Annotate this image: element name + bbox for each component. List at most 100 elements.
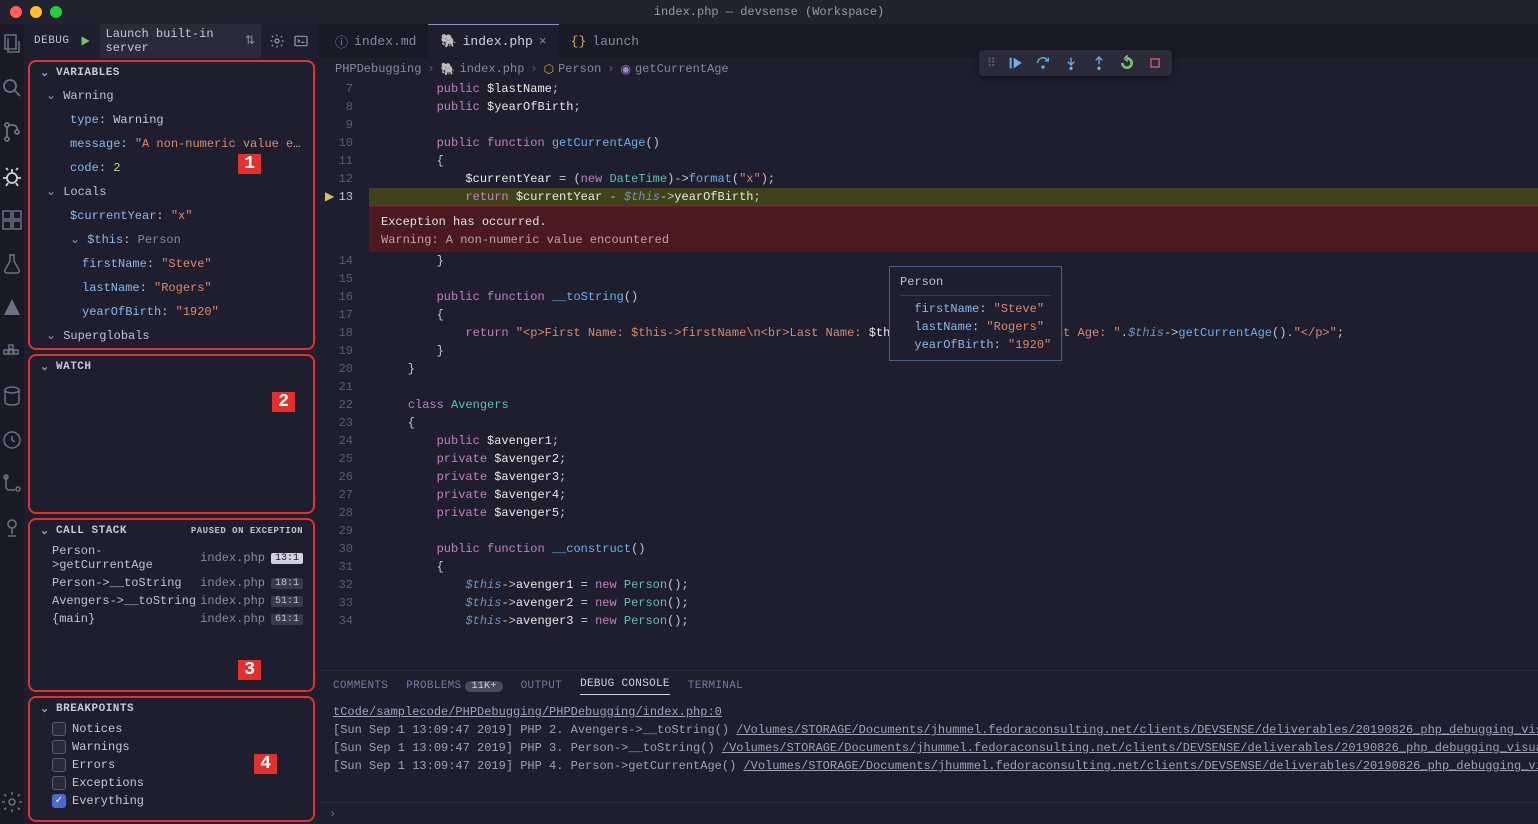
git-icon[interactable] (0, 472, 24, 496)
editor-tab[interactable]: {}launch (559, 24, 651, 58)
var-item[interactable]: ⌄ $this: Person (30, 228, 313, 252)
console-line: [Sun Sep 1 13:09:47 2019] PHP 4. Person-… (333, 757, 1538, 775)
panel-tab[interactable]: COMMENTS (333, 680, 388, 692)
code-line[interactable]: public function getCurrentAge() (369, 134, 1538, 152)
grip-icon[interactable]: ⠿ (987, 56, 996, 71)
window-minimize[interactable] (30, 6, 42, 18)
breakpoints-header[interactable]: ⌄BREAKPOINTS (30, 698, 313, 720)
step-into-button[interactable] (1062, 54, 1080, 72)
window-close[interactable] (10, 6, 22, 18)
code-line[interactable]: } (369, 360, 1538, 378)
var-group[interactable]: ⌄ Locals (30, 180, 313, 204)
callstack-frame[interactable]: Person->__toStringindex.php18:1 (30, 574, 313, 592)
code-line[interactable]: public $lastName; (369, 80, 1538, 98)
search-icon[interactable] (0, 76, 24, 100)
annotation-3: 3 (238, 660, 261, 680)
var-group[interactable]: ⌄ Superglobals (30, 324, 313, 348)
var-item[interactable]: lastName: "Rogers" (30, 276, 313, 300)
editor-tab[interactable]: 🐘index.php× (428, 24, 558, 58)
var-group[interactable]: ⌄ Warning (30, 84, 313, 108)
var-item[interactable]: $currentYear: "x" (30, 204, 313, 228)
code-line[interactable]: public function __construct() (369, 540, 1538, 558)
panel-tab[interactable]: OUTPUT (521, 680, 562, 692)
start-debug-icon[interactable] (78, 34, 92, 48)
breadcrumbs[interactable]: PHPDebugging›🐘index.php›⬡Person›◉getCurr… (319, 58, 1538, 80)
code-line[interactable]: public $yearOfBirth; (369, 98, 1538, 116)
panel-tab[interactable]: DEBUG CONSOLE (580, 678, 670, 695)
database-icon[interactable] (0, 384, 24, 408)
breadcrumb-item[interactable]: ⬡Person (544, 62, 602, 77)
window-maximize[interactable] (50, 6, 62, 18)
breakpoint-item[interactable]: Exceptions (30, 774, 313, 792)
code-line[interactable]: $this->avenger1 = new Person(); (369, 576, 1538, 594)
activity-bar (0, 24, 24, 824)
code-line[interactable]: { (369, 414, 1538, 432)
code-line[interactable]: public $avenger1; (369, 432, 1538, 450)
extensions-icon[interactable] (0, 208, 24, 232)
gear-icon[interactable] (269, 33, 285, 49)
panel-tab[interactable]: PROBLEMS11K+ (406, 680, 502, 692)
test-icon[interactable] (0, 252, 24, 276)
var-item[interactable]: message: "A non-numeric value encounte… (30, 132, 313, 156)
step-over-button[interactable] (1034, 54, 1052, 72)
debug-label: DEBUG (34, 35, 70, 47)
restart-button[interactable] (1118, 54, 1136, 72)
code-line[interactable]: $this->avenger2 = new Person(); (369, 594, 1538, 612)
source-control-icon[interactable] (0, 120, 24, 144)
callstack-frame[interactable]: {main}index.php61:1 (30, 610, 313, 628)
panel-tab[interactable]: TERMINAL (688, 680, 743, 692)
code-line[interactable] (369, 378, 1538, 396)
code-line[interactable]: private $avenger3; (369, 468, 1538, 486)
code-line[interactable] (369, 522, 1538, 540)
callstack-header[interactable]: ⌄CALL STACKPAUSED ON EXCEPTION (30, 520, 313, 542)
code-line[interactable]: { (369, 152, 1538, 170)
code-line[interactable]: $this->avenger3 = new Person(); (369, 612, 1538, 630)
close-icon[interactable]: × (539, 34, 547, 49)
console-line: tCode/samplecode/PHPDebugging/PHPDebuggi… (333, 703, 1538, 721)
explorer-icon[interactable] (0, 32, 24, 56)
exception-banner: Exception has occurred.Warning: A non-nu… (369, 206, 1538, 252)
console-line: [Sun Sep 1 13:09:47 2019] PHP 2. Avenger… (333, 721, 1538, 739)
debug-config-selector[interactable]: Launch built-in server ⇅ (100, 24, 261, 58)
debug-icon[interactable] (0, 164, 24, 188)
console-line: [Sun Sep 1 13:09:47 2019] PHP 3. Person-… (333, 739, 1538, 757)
docker-icon[interactable] (0, 340, 24, 364)
breakpoint-item[interactable]: ✓Everything (30, 792, 313, 810)
azure-icon[interactable] (0, 296, 24, 320)
reload-icon[interactable] (0, 428, 24, 452)
code-line[interactable]: private $avenger4; (369, 486, 1538, 504)
step-out-button[interactable] (1090, 54, 1108, 72)
var-item[interactable]: type: Warning (30, 108, 313, 132)
watch-header[interactable]: ⌄WATCH (30, 356, 313, 378)
breadcrumb-item[interactable]: PHPDebugging (335, 62, 421, 76)
breadcrumb-item[interactable]: 🐘index.php (441, 62, 525, 77)
code-line[interactable]: ▶ return $currentYear - $this->yearOfBir… (369, 188, 1538, 206)
code-line[interactable]: class Avengers (369, 396, 1538, 414)
breadcrumb-item[interactable]: ◉getCurrentAge (621, 62, 729, 77)
debug-sidebar: DEBUG Launch built-in server ⇅ 1 ⌄VARIAB… (24, 24, 319, 824)
php-icon: 🐘 (440, 34, 456, 49)
chevron-down-icon: ⇅ (245, 33, 255, 48)
code-line[interactable]: private $avenger5; (369, 504, 1538, 522)
settings-icon[interactable] (0, 790, 24, 814)
window-title: index.php — devsense (Workspace) (654, 5, 884, 19)
tree-icon[interactable] (0, 516, 24, 540)
var-item[interactable]: yearOfBirth: "1920" (30, 300, 313, 324)
var-item[interactable]: code: 2 (30, 156, 313, 180)
callstack-frame[interactable]: Person->getCurrentAgeindex.php13:1 (30, 542, 313, 574)
callstack-frame[interactable]: Avengers->__toStringindex.php51:1 (30, 592, 313, 610)
json-icon: {} (571, 34, 587, 49)
console-icon[interactable] (293, 33, 309, 49)
code-line[interactable] (369, 116, 1538, 134)
stop-button[interactable] (1146, 54, 1164, 72)
console-prompt[interactable]: › (319, 802, 1538, 824)
editor-tab[interactable]: ⓘindex.md (323, 24, 428, 58)
hover-tooltip: Person firstName: "Steve" lastName: "Rog… (889, 266, 1062, 361)
code-line[interactable]: private $avenger2; (369, 450, 1538, 468)
code-line[interactable]: $currentYear = (new DateTime)->format("x… (369, 170, 1538, 188)
breakpoint-item[interactable]: Notices (30, 720, 313, 738)
var-item[interactable]: firstName: "Steve" (30, 252, 313, 276)
continue-button[interactable] (1006, 54, 1024, 72)
variables-header[interactable]: ⌄VARIABLES (30, 62, 313, 84)
code-line[interactable]: { (369, 558, 1538, 576)
